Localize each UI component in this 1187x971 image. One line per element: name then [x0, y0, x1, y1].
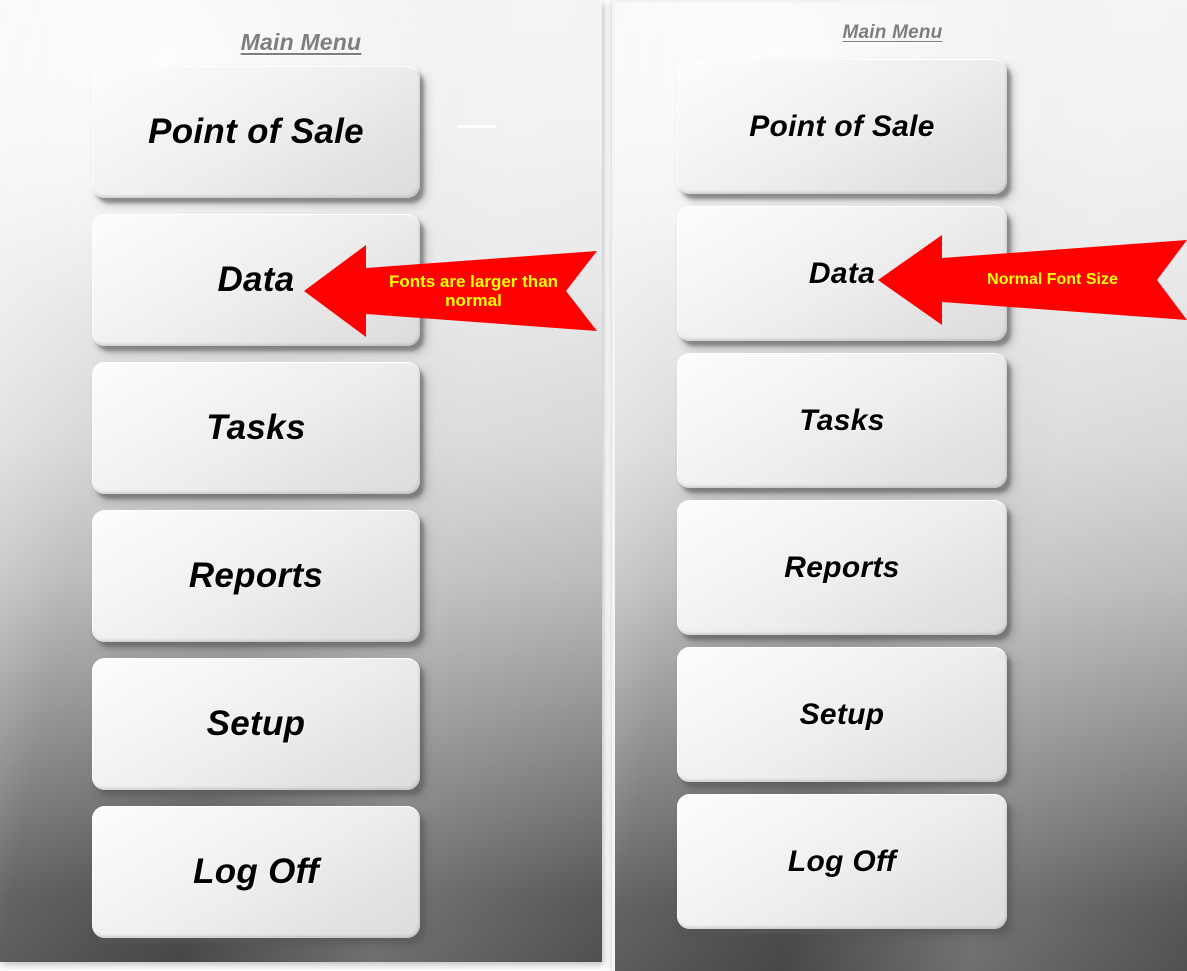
- annotation-label: Normal Font Size: [987, 271, 1118, 289]
- menu-panel-large-fonts: Main Menu Point of Sale Data Tasks Repor…: [0, 0, 602, 962]
- white-dash-artifact: [458, 125, 496, 128]
- menu-button-tasks[interactable]: Tasks: [677, 353, 1007, 488]
- menu-button-label: Point of Sale: [749, 109, 935, 143]
- menu-button-label: Tasks: [206, 408, 306, 447]
- menu-button-tasks[interactable]: Tasks: [92, 362, 420, 494]
- annotation-arrow-large-fonts: Fonts are larger than normal: [304, 240, 597, 342]
- menu-button-log-off[interactable]: Log Off: [677, 794, 1007, 929]
- menu-button-label: Data: [217, 260, 295, 299]
- menu-button-label: Tasks: [799, 403, 885, 437]
- menu-button-label: Setup: [206, 704, 306, 743]
- menu-button-setup[interactable]: Setup: [677, 647, 1007, 782]
- menu-button-reports[interactable]: Reports: [677, 500, 1007, 635]
- menu-button-point-of-sale[interactable]: Point of Sale: [677, 59, 1007, 194]
- menu-button-setup[interactable]: Setup: [92, 658, 420, 790]
- menu-button-label: Data: [808, 256, 876, 290]
- menu-panel-normal-fonts: Main Menu Point of Sale Data Tasks Repor…: [612, 0, 1187, 971]
- font-size-comparison-screenshot: Main Menu Point of Sale Data Tasks Repor…: [0, 0, 1187, 971]
- page-title: Main Menu: [240, 29, 362, 55]
- page-title: Main Menu: [842, 22, 943, 43]
- main-menu-button-stack: Point of Sale Data Tasks Reports Setup L…: [677, 59, 1007, 941]
- annotation-label: Fonts are larger than normal: [388, 271, 559, 310]
- menu-button-log-off[interactable]: Log Off: [92, 806, 420, 938]
- menu-button-label: Log Off: [193, 852, 319, 891]
- main-menu-button-stack: Point of Sale Data Tasks Reports Setup L…: [92, 66, 420, 954]
- menu-button-label: Reports: [784, 550, 900, 584]
- menu-button-reports[interactable]: Reports: [92, 510, 420, 642]
- menu-button-label: Point of Sale: [148, 112, 364, 151]
- menu-button-label: Reports: [188, 556, 324, 595]
- menu-button-label: Log Off: [787, 844, 897, 878]
- menu-button-label: Setup: [799, 697, 885, 731]
- menu-button-point-of-sale[interactable]: Point of Sale: [92, 66, 420, 198]
- annotation-arrow-normal-fonts: Normal Font Size: [878, 231, 1187, 329]
